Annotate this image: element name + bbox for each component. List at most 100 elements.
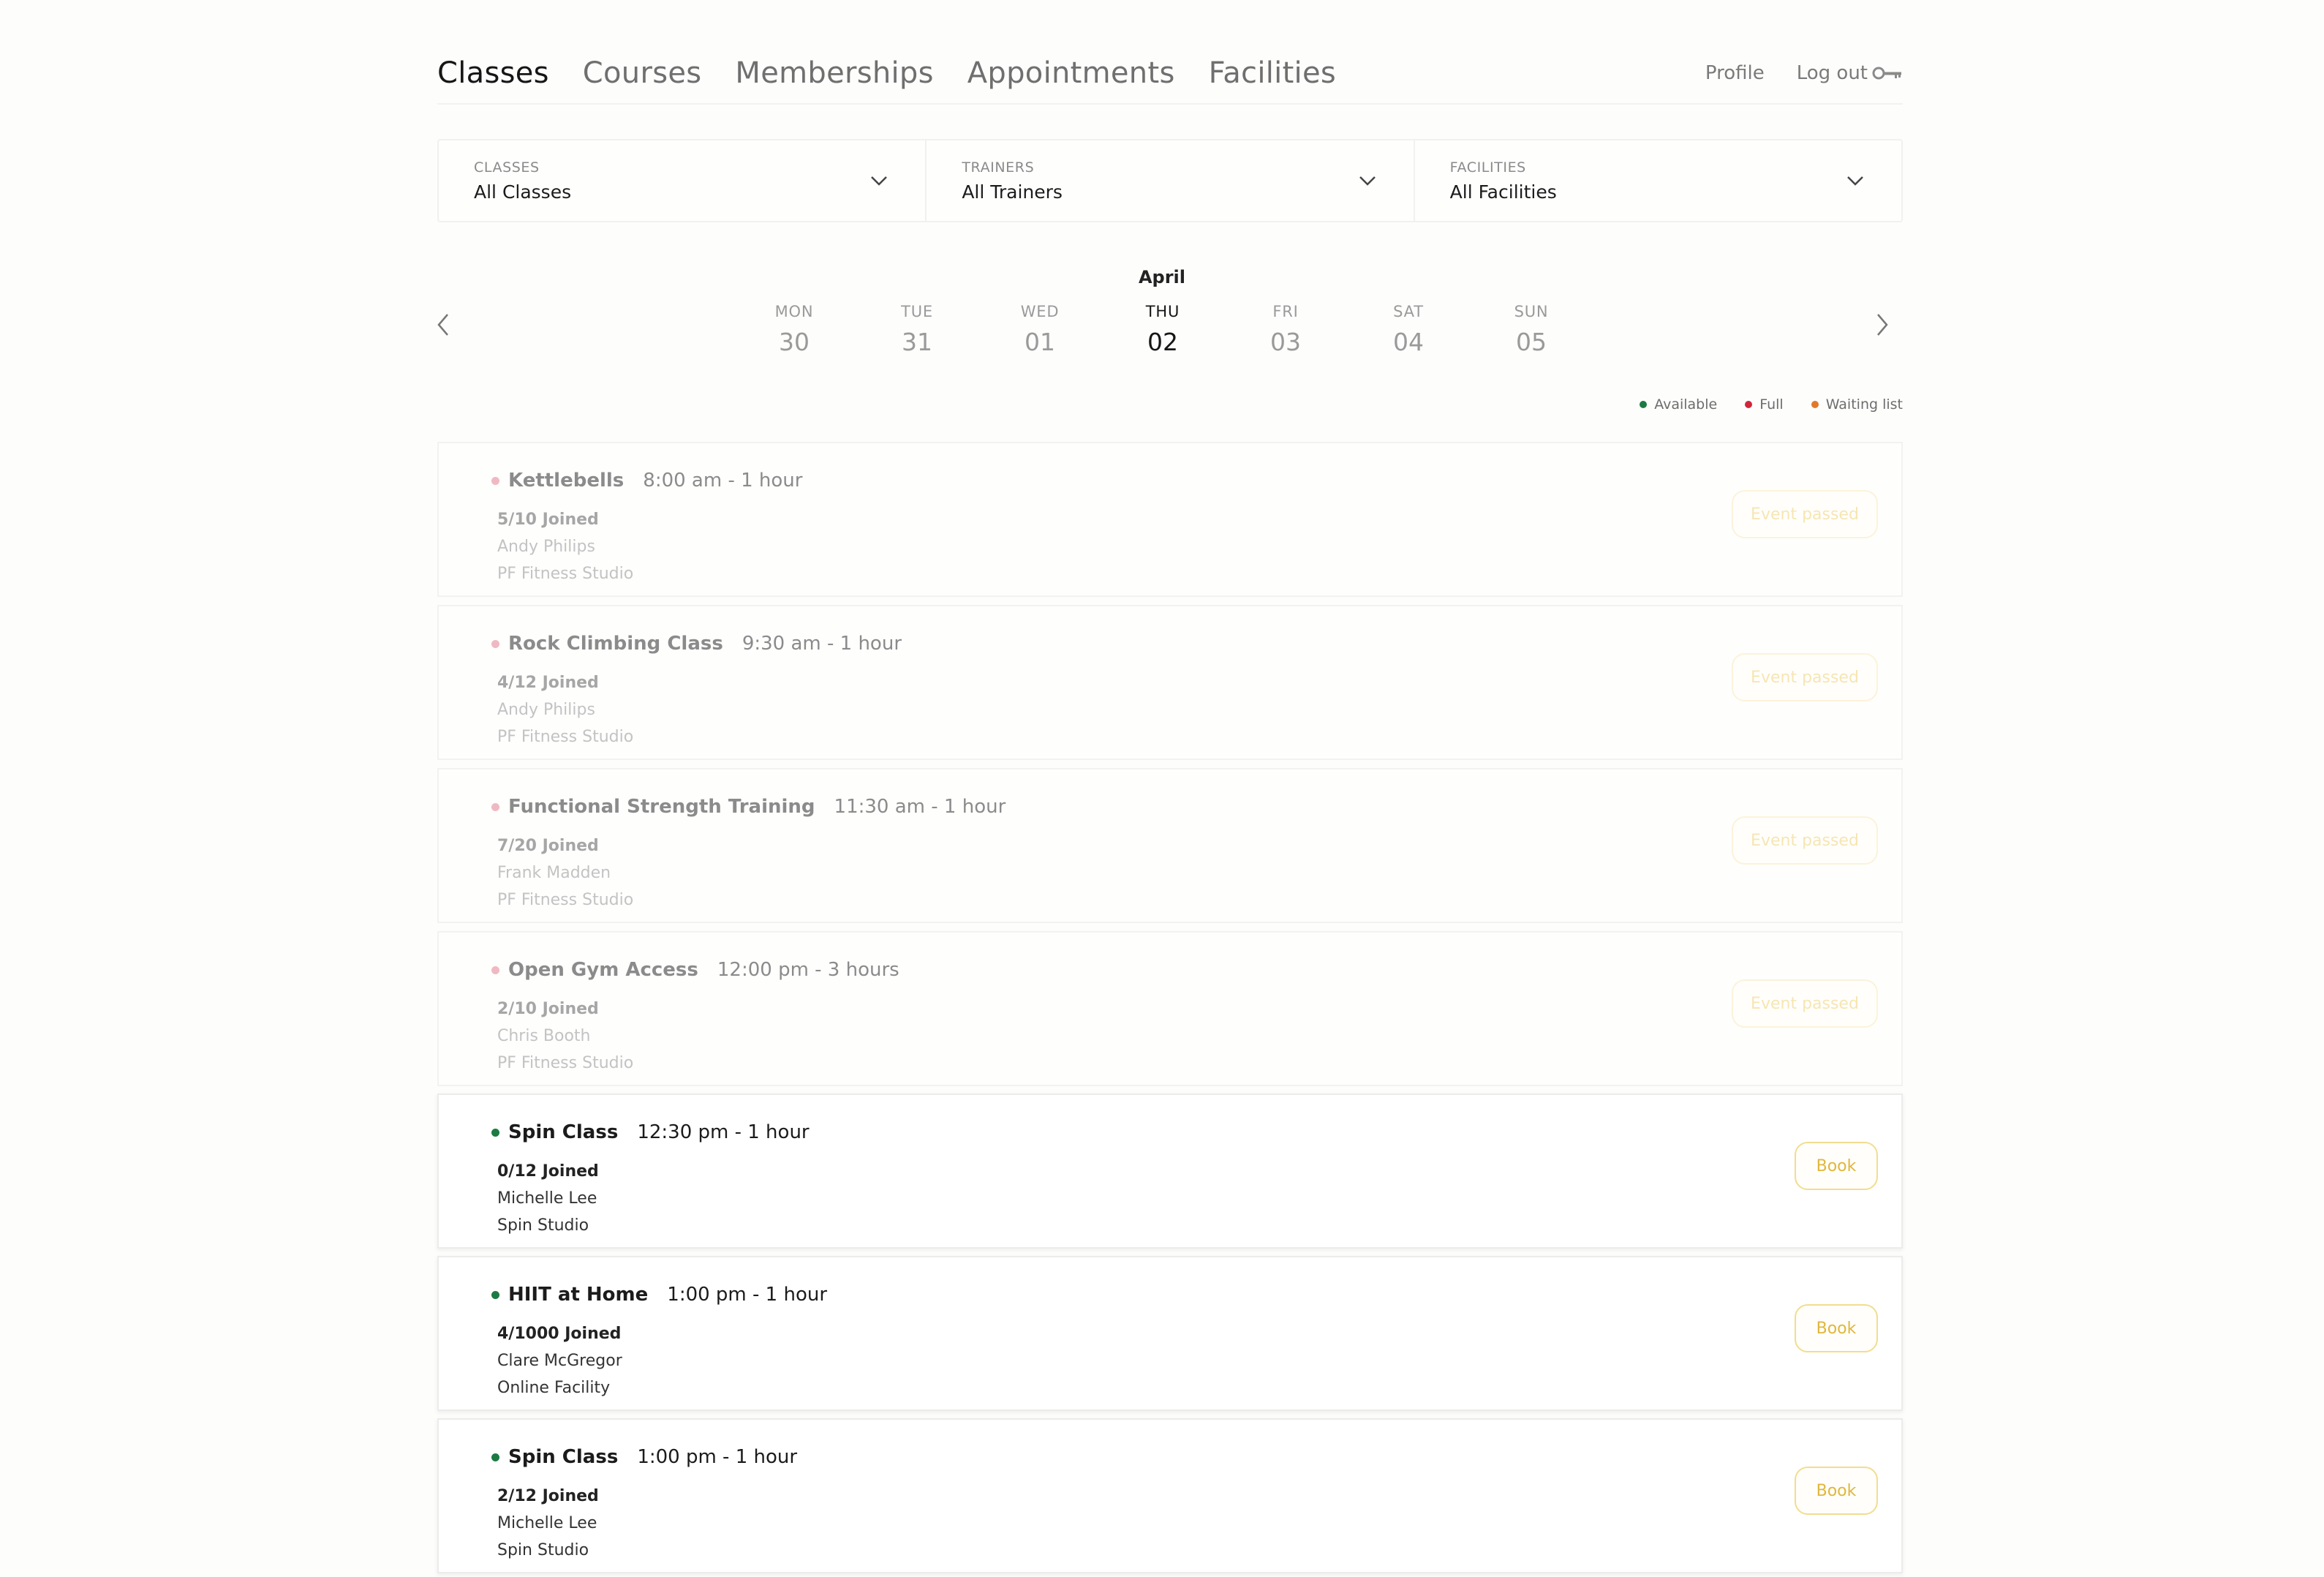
tab-memberships[interactable]: Memberships <box>735 56 933 90</box>
status-legend: Available Full Waiting list <box>1612 396 1903 413</box>
trainers-filter-value: All Trainers <box>962 181 1063 203</box>
class-card: Open Gym Access 12:00 pm - 3 hours 2/10 … <box>437 931 1903 1086</box>
class-name: Spin Class <box>508 1121 619 1143</box>
legend-label: Waiting list <box>1825 396 1903 413</box>
trainer-name: Andy Philips <box>497 701 595 719</box>
full-dot-icon <box>1745 401 1753 408</box>
account-links: Profile Log out <box>1673 44 1903 102</box>
class-card: HIIT at Home 1:00 pm - 1 hour 4/1000 Joi… <box>437 1256 1903 1411</box>
class-header: Rock Climbing Class 9:30 am - 1 hour <box>491 633 902 655</box>
tab-classes[interactable]: Classes <box>437 56 549 90</box>
legend-label: Available <box>1654 396 1718 413</box>
classes-filter[interactable]: CLASSES All Classes <box>439 140 925 221</box>
day-name: TUE <box>901 303 933 320</box>
month-label: April <box>1138 267 1186 287</box>
trainer-name: Michelle Lee <box>497 1189 597 1208</box>
available-dot-icon <box>1640 401 1648 408</box>
book-button[interactable]: Book <box>1795 1467 1878 1515</box>
facility-name: PF Fitness Studio <box>497 891 634 909</box>
trainer-name: Andy Philips <box>497 538 595 556</box>
day-sun[interactable]: SUN 05 <box>1487 303 1575 356</box>
key-icon <box>1872 67 1901 80</box>
class-details: 2/10 Joined Chris Booth PF Fitness Studi… <box>497 1000 633 1072</box>
class-header: Kettlebells 8:00 am - 1 hour <box>491 470 802 492</box>
chevron-right-icon[interactable] <box>1872 310 1893 339</box>
classes-filter-label: CLASSES <box>474 159 540 176</box>
day-name: SAT <box>1393 303 1424 320</box>
class-time: 12:30 pm - 1 hour <box>637 1121 810 1143</box>
tab-courses[interactable]: Courses <box>583 56 702 90</box>
joined-count: 2/12 Joined <box>497 1487 599 1505</box>
day-fri[interactable]: FRI 03 <box>1242 303 1329 356</box>
class-card: Functional Strength Training 11:30 am - … <box>437 768 1903 923</box>
status-dot-icon <box>491 802 499 811</box>
profile-link[interactable]: Profile <box>1705 62 1765 84</box>
book-button[interactable]: Book <box>1795 1304 1878 1352</box>
book-button[interactable]: Book <box>1795 1142 1878 1190</box>
status-dot-icon <box>491 1128 499 1137</box>
trainers-filter-label: TRAINERS <box>962 159 1035 176</box>
class-details: 2/12 Joined Michelle Lee Spin Studio <box>497 1487 599 1559</box>
day-wed[interactable]: WED 01 <box>996 303 1084 356</box>
status-dot-icon <box>491 1453 499 1461</box>
top-nav: Classes Courses Memberships Appointments… <box>437 44 1903 102</box>
day-number: 05 <box>1516 328 1547 356</box>
legend-available: Available <box>1640 396 1717 413</box>
trainer-name: Chris Booth <box>497 1027 591 1045</box>
class-name: Spin Class <box>508 1446 619 1468</box>
day-name: FRI <box>1272 303 1299 320</box>
tab-appointments[interactable]: Appointments <box>967 56 1175 90</box>
class-details: 4/12 Joined Andy Philips PF Fitness Stud… <box>497 674 633 746</box>
status-dot-icon <box>491 1290 499 1299</box>
trainers-filter[interactable]: TRAINERS All Trainers <box>925 140 1413 221</box>
tab-facilities[interactable]: Facilities <box>1209 56 1336 90</box>
class-header: Spin Class 1:00 pm - 1 hour <box>491 1446 797 1468</box>
class-details: 0/12 Joined Michelle Lee Spin Studio <box>497 1162 599 1235</box>
logout-label: Log out <box>1796 62 1868 84</box>
day-number: 30 <box>779 328 810 356</box>
day-name: WED <box>1020 303 1060 320</box>
class-header: Spin Class 12:30 pm - 1 hour <box>491 1121 810 1143</box>
status-dot-icon <box>491 639 499 648</box>
chevron-down-icon <box>1847 176 1863 186</box>
day-tue[interactable]: TUE 31 <box>873 303 961 356</box>
day-mon[interactable]: MON 30 <box>750 303 838 356</box>
filter-bar: CLASSES All Classes TRAINERS All Trainer… <box>437 139 1903 222</box>
chevron-left-icon[interactable] <box>433 310 453 339</box>
facility-name: PF Fitness Studio <box>497 728 634 746</box>
facilities-filter-label: FACILITIES <box>1449 159 1526 176</box>
logout-link[interactable]: Log out <box>1797 62 1903 84</box>
facility-name: PF Fitness Studio <box>497 1054 634 1072</box>
class-card: Spin Class 12:30 pm - 1 hour 0/12 Joined… <box>437 1094 1903 1249</box>
trainer-name: Clare McGregor <box>497 1352 622 1370</box>
chevron-down-icon <box>1359 176 1376 186</box>
event-passed-button: Event passed <box>1732 490 1878 538</box>
day-number: 04 <box>1393 328 1424 356</box>
class-card: Kettlebells 8:00 am - 1 hour 5/10 Joined… <box>437 442 1903 597</box>
facilities-filter[interactable]: FACILITIES All Facilities <box>1413 140 1901 221</box>
facilities-filter-value: All Facilities <box>1449 181 1557 203</box>
day-sat[interactable]: SAT 04 <box>1365 303 1452 356</box>
facility-name: Spin Studio <box>497 1541 589 1559</box>
event-passed-button: Event passed <box>1732 816 1878 865</box>
day-number: 31 <box>902 328 932 356</box>
class-header: Functional Strength Training 11:30 am - … <box>491 796 1006 818</box>
event-passed-button: Event passed <box>1732 653 1878 701</box>
legend-label: Full <box>1759 396 1784 413</box>
legend-full: Full <box>1745 396 1784 413</box>
day-name: MON <box>774 303 814 320</box>
class-name: Open Gym Access <box>508 959 698 981</box>
trainer-name: Michelle Lee <box>497 1514 597 1532</box>
joined-count: 4/12 Joined <box>497 674 599 692</box>
day-thu[interactable]: THU 02 <box>1119 303 1207 356</box>
legend-waiting-list: Waiting list <box>1811 396 1903 413</box>
status-dot-icon <box>491 476 499 485</box>
class-header: Open Gym Access 12:00 pm - 3 hours <box>491 959 899 981</box>
joined-count: 0/12 Joined <box>497 1162 599 1181</box>
joined-count: 2/10 Joined <box>497 1000 599 1018</box>
class-name: Rock Climbing Class <box>508 633 723 655</box>
class-card: Rock Climbing Class 9:30 am - 1 hour 4/1… <box>437 605 1903 760</box>
class-details: 5/10 Joined Andy Philips PF Fitness Stud… <box>497 511 633 583</box>
classes-filter-value: All Classes <box>474 181 572 203</box>
day-name: THU <box>1145 303 1180 320</box>
